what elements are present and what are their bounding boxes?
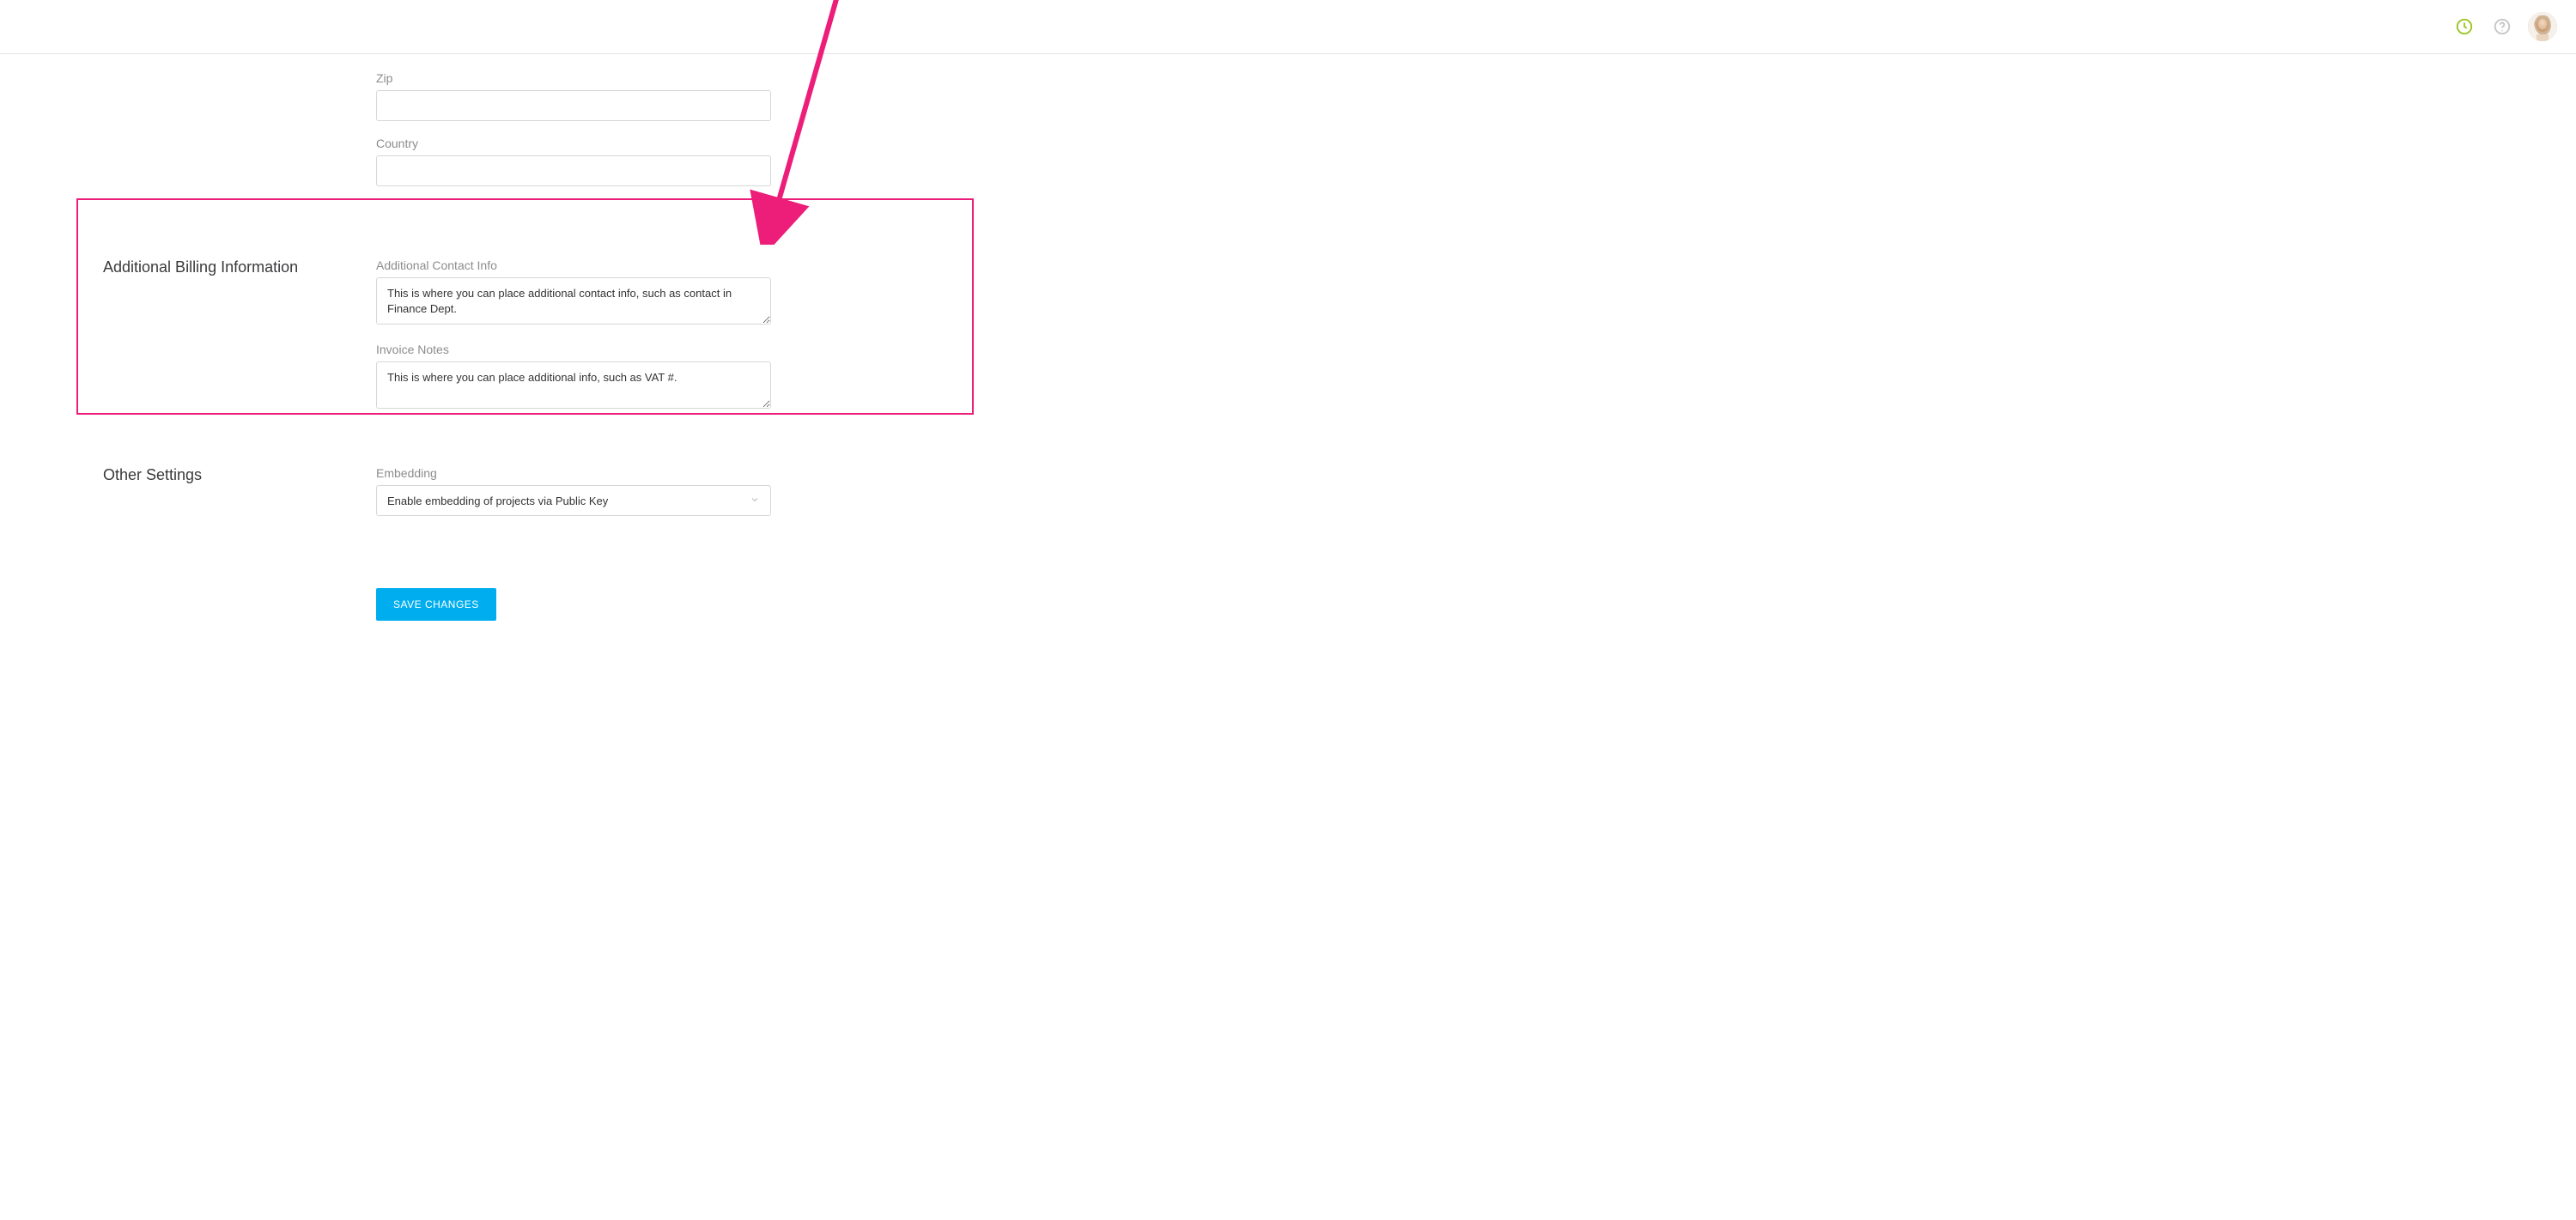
page-content: Zip Country Additional Billing Informati… <box>0 54 2576 705</box>
billing-section-title: Additional Billing Information <box>103 258 376 276</box>
chevron-down-icon <box>750 495 760 507</box>
address-section: Zip Country <box>0 71 2576 202</box>
embedding-field-block: Embedding Enable embedding of projects v… <box>376 466 771 516</box>
country-input[interactable] <box>376 155 771 186</box>
notes-field-block: Invoice Notes <box>376 343 771 411</box>
avatar[interactable] <box>2528 12 2557 41</box>
actions-row: SAVE CHANGES <box>0 588 2576 621</box>
save-button[interactable]: SAVE CHANGES <box>376 588 496 621</box>
notes-label: Invoice Notes <box>376 343 771 356</box>
other-settings-section: Other Settings Embedding Enable embeddin… <box>0 466 2576 531</box>
clock-icon[interactable] <box>2452 15 2476 39</box>
embedding-selected-value: Enable embedding of projects via Public … <box>387 495 608 507</box>
other-settings-title: Other Settings <box>103 466 376 484</box>
contact-textarea[interactable] <box>376 277 771 325</box>
contact-label: Additional Contact Info <box>376 258 771 272</box>
zip-input[interactable] <box>376 90 771 121</box>
country-label: Country <box>376 137 771 150</box>
country-field-block: Country <box>376 137 771 186</box>
embedding-label: Embedding <box>376 466 771 480</box>
contact-field-block: Additional Contact Info <box>376 258 771 327</box>
topbar <box>0 0 2576 54</box>
billing-section: Additional Billing Information Additiona… <box>0 258 2576 427</box>
help-icon[interactable] <box>2490 15 2514 39</box>
zip-label: Zip <box>376 71 771 85</box>
embedding-select[interactable]: Enable embedding of projects via Public … <box>376 485 771 516</box>
zip-field-block: Zip <box>376 71 771 121</box>
notes-textarea[interactable] <box>376 361 771 409</box>
